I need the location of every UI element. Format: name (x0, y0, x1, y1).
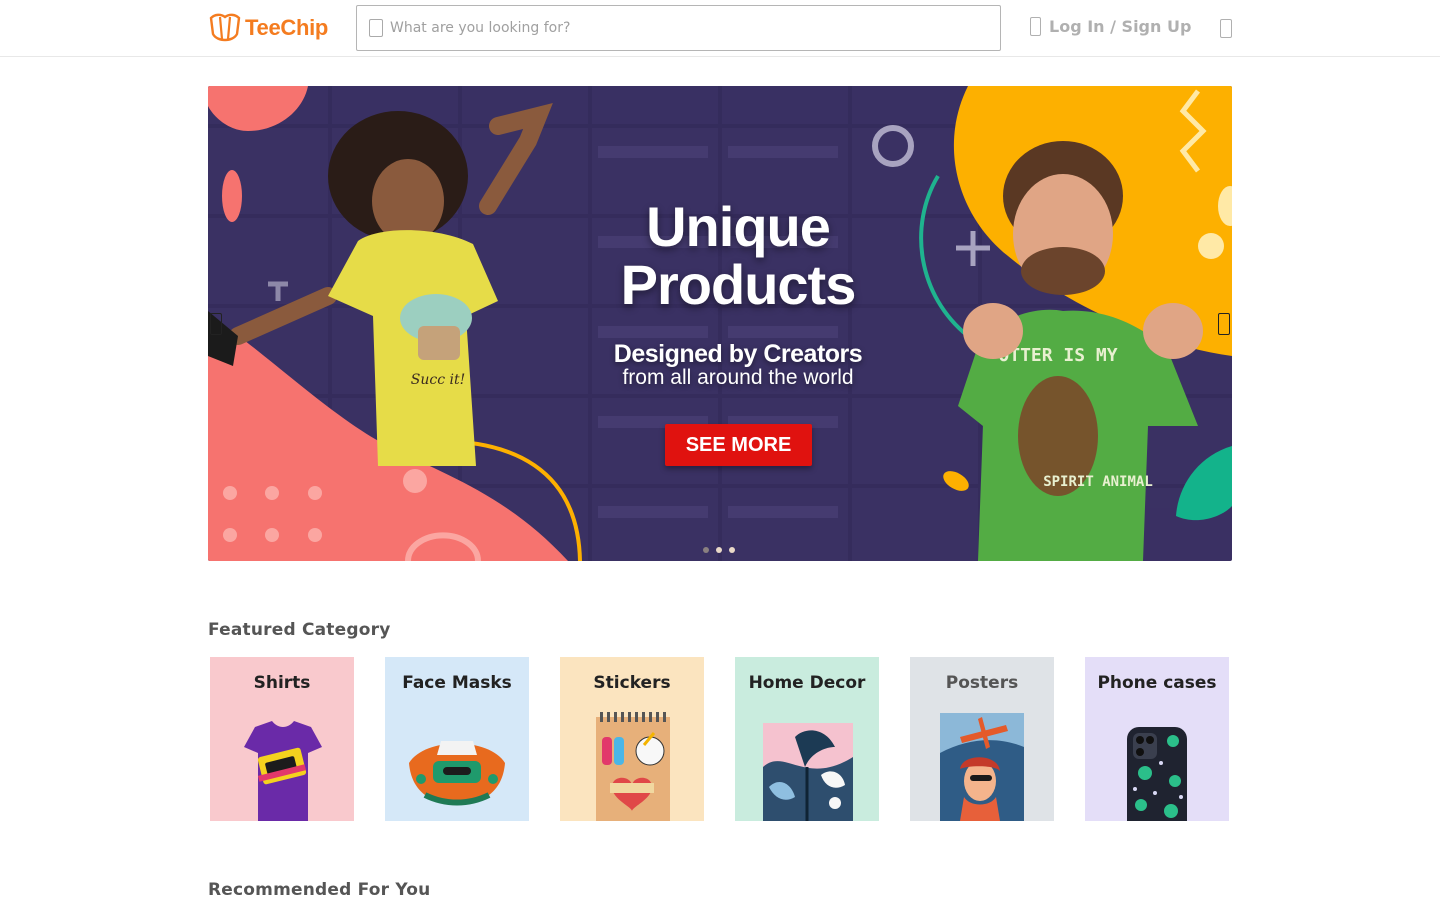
category-label: Shirts (253, 673, 311, 693)
login-signup-label: Log In / Sign Up (1049, 17, 1192, 36)
hero-subtitle-secondary: from all around the world (622, 366, 854, 389)
category-card-stickers[interactable]: Stickers (560, 657, 704, 821)
category-card-home-decor[interactable]: Home Decor (735, 657, 879, 821)
category-card-shirts[interactable]: Shirts (210, 657, 354, 821)
category-card-posters[interactable]: Posters (910, 657, 1054, 821)
chevron-right-icon[interactable] (1218, 313, 1230, 335)
login-signup-link[interactable]: Log In / Sign Up (1030, 17, 1191, 36)
recommended-title: Recommended For You (208, 880, 431, 900)
cart-icon[interactable] (1220, 19, 1232, 38)
hero-background: Succ it! OTTER IS MY SPIRIT ANIMAL (208, 86, 1232, 561)
shirt-text-succ: Succ it! (411, 372, 465, 388)
hero-title-line2: Products (620, 253, 857, 316)
category-label: Phone cases (1097, 673, 1217, 693)
search-icon[interactable] (369, 19, 383, 37)
site-header: TeeChip Log In / Sign Up (0, 0, 1440, 57)
category-label: Posters (945, 673, 1019, 693)
carousel-dot[interactable] (729, 547, 735, 553)
hero-subtitle: Designed by Creators (613, 340, 863, 368)
hero-title: Unique Products (538, 198, 938, 314)
category-label: Home Decor (748, 673, 866, 693)
search-input[interactable] (390, 20, 970, 36)
hero-banner[interactable]: Succ it! OTTER IS MY SPIRIT ANIMAL Uniqu… (208, 86, 1232, 561)
logo-text: TeeChip (245, 15, 329, 40)
carousel-dots (703, 547, 735, 553)
category-label: Stickers (593, 673, 671, 693)
hero-title-line1: Unique (646, 195, 831, 258)
teechip-logo-icon (209, 13, 241, 42)
chevron-left-icon[interactable] (210, 313, 222, 335)
shirt-text-otter-bottom: SPIRIT ANIMAL (1043, 474, 1153, 490)
category-card-phone-cases[interactable]: Phone cases (1085, 657, 1229, 821)
carousel-dot[interactable] (716, 547, 722, 553)
user-icon (1030, 17, 1041, 36)
carousel-dot[interactable] (703, 547, 709, 553)
featured-category-title: Featured Category (208, 620, 391, 640)
category-list: Shirts Face Masks Stickers Home Decor Po… (210, 657, 1230, 821)
see-more-button[interactable]: SEE MORE (665, 424, 812, 466)
category-card-face-masks[interactable]: Face Masks (385, 657, 529, 821)
search-bar[interactable] (356, 5, 1001, 51)
logo[interactable]: TeeChip (207, 12, 328, 44)
category-label: Face Masks (402, 673, 512, 693)
